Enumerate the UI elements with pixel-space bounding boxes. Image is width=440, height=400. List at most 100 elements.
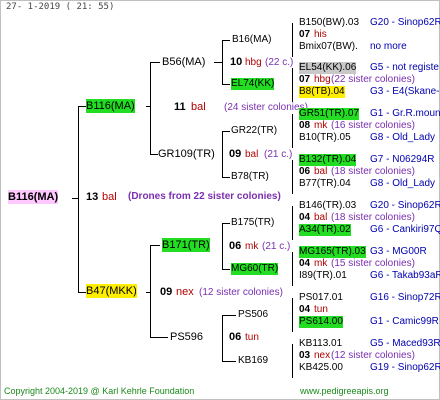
gen4-breeder: G7 - N06294R bbox=[370, 154, 435, 165]
gen4-queen-num: 07 bbox=[299, 29, 311, 40]
connector-gen1b bbox=[150, 245, 151, 337]
root-queen-race: bal bbox=[102, 191, 117, 203]
gen4-queen-race: bal bbox=[314, 166, 328, 177]
connector bbox=[292, 252, 293, 286]
gen4-queen-name[interactable]: PS017.01 bbox=[299, 292, 343, 304]
connector-gen1a bbox=[150, 62, 151, 154]
gen1-queen-note: (24 sister colonies) bbox=[224, 102, 308, 113]
gen2-queen-note: (22 c.) bbox=[265, 57, 294, 68]
gen3-queen-name[interactable]: EL74(KK) bbox=[231, 78, 275, 90]
gen3-queen-name[interactable]: B16(MA) bbox=[232, 34, 271, 46]
gen4-queen-name[interactable]: Bmix07(BW). bbox=[299, 41, 358, 53]
gen4-queen-name[interactable]: B10(TR).05 bbox=[299, 132, 351, 144]
gen1-queen-race: bal bbox=[191, 101, 206, 113]
gen4-breeder: G6 - Takab93aR bbox=[370, 270, 440, 281]
gen4-queen-race: mk bbox=[314, 120, 328, 131]
gen4-breeder: G8 - Old_Lady bbox=[370, 178, 436, 189]
gen4-queen-name[interactable]: I89(TR).01 bbox=[299, 270, 347, 282]
gen3-queen-name[interactable]: MG60(TR) bbox=[231, 263, 279, 275]
connector bbox=[222, 131, 223, 177]
root-queen-name[interactable]: B116(MA) bbox=[8, 190, 59, 204]
gen4-queen-note: (15 sister colonies) bbox=[331, 258, 415, 269]
gen4-queen-name[interactable]: PS614.00 bbox=[299, 316, 343, 328]
gen1-queen-num: 11 bbox=[174, 101, 186, 113]
gen4-queen-note: (18 sister colonies) bbox=[331, 212, 415, 223]
gen4-queen-num: 04 bbox=[299, 212, 311, 223]
connector bbox=[292, 68, 293, 102]
gen4-queen-name[interactable]: A34(TR).02 bbox=[299, 224, 351, 236]
connector bbox=[222, 84, 230, 85]
gen4-queen-note: (18 sister colonies) bbox=[331, 166, 415, 177]
timestamp: 27- 1-2019 ( 21: 55) bbox=[6, 2, 115, 12]
gen4-queen-name[interactable]: EL54(KK).06 bbox=[299, 62, 357, 74]
gen4-queen-name[interactable]: B132(TR).04 bbox=[299, 154, 357, 166]
gen2-queen-num: 10 bbox=[230, 56, 243, 68]
gen4-queen-name[interactable]: GR51(TR).07 bbox=[299, 108, 360, 120]
gen4-queen-race: tun bbox=[314, 304, 328, 315]
gen4-queen-note: (16 sister colonies) bbox=[331, 120, 415, 131]
gen2-queen-name[interactable]: GR109(TR) bbox=[158, 147, 215, 161]
gen2-queen-race: mk bbox=[245, 241, 259, 252]
gen1-queen-race: nex bbox=[176, 286, 194, 298]
gen4-breeder: no more bbox=[370, 41, 407, 52]
gen2-queen-name[interactable]: B171(TR) bbox=[162, 238, 210, 252]
gen2-queen-race: bal bbox=[245, 149, 259, 160]
gen2-queen-num: 06 bbox=[229, 240, 242, 252]
gen3-queen-name[interactable]: PS506 bbox=[238, 309, 268, 321]
gen3-queen-name[interactable]: GR22(TR) bbox=[231, 125, 277, 137]
gen4-queen-race: his bbox=[314, 29, 327, 40]
connector bbox=[150, 62, 160, 63]
gen4-queen-note: (12 sister colonies) bbox=[331, 350, 415, 361]
gen4-queen-race: bal bbox=[314, 212, 328, 223]
gen2-queen-note: (21 c.) bbox=[264, 149, 293, 160]
connector bbox=[222, 315, 236, 316]
gen2-queen-note: (21 c.) bbox=[262, 241, 291, 252]
connector bbox=[292, 206, 293, 240]
connector bbox=[292, 23, 293, 57]
connector-to-gen1b bbox=[78, 292, 86, 293]
gen2-queen-num: 06 bbox=[229, 331, 242, 343]
gen1-queen-num: 09 bbox=[160, 286, 173, 298]
gen2-queen-race: hbg bbox=[245, 57, 262, 68]
gen3-queen-name[interactable]: KB169 bbox=[238, 355, 268, 367]
gen4-queen-name[interactable]: B146(TR).03 bbox=[299, 200, 356, 212]
gen1-queen-note: (12 sister colonies) bbox=[199, 287, 283, 298]
gen4-queen-name[interactable]: KB113.01 bbox=[299, 338, 342, 350]
connector bbox=[292, 344, 293, 378]
site-link[interactable]: www.pedigreeapis.org bbox=[300, 386, 389, 396]
gen4-queen-name[interactable]: KB425.00 bbox=[299, 362, 343, 374]
gen4-breeder: G3 - MG00R bbox=[370, 246, 427, 257]
connector bbox=[222, 269, 230, 270]
gen4-breeder: G3 - E4(Skane-B) bbox=[370, 86, 440, 97]
connector-to-gen1a bbox=[78, 106, 86, 107]
gen2-queen-name[interactable]: B56(MA) bbox=[162, 55, 205, 69]
gen4-breeder: G1 - Camic99R bbox=[370, 316, 439, 327]
gen4-queen-num: 04 bbox=[299, 304, 311, 315]
gen4-queen-name[interactable]: B150(BW).03 bbox=[299, 17, 359, 29]
connector bbox=[292, 160, 293, 194]
connector-gen1b-stub bbox=[146, 292, 150, 293]
connector bbox=[222, 223, 230, 224]
gen1-queen-name[interactable]: B47(MKK) bbox=[86, 284, 137, 298]
gen4-queen-name[interactable]: B8(TB).04 bbox=[299, 86, 345, 98]
gen4-queen-name[interactable]: B77(TR).04 bbox=[299, 178, 351, 190]
copyright: Copyright 2004-2019 @ Karl Kehrle Founda… bbox=[4, 386, 195, 396]
gen3-queen-name[interactable]: B78(TR) bbox=[231, 171, 269, 183]
connector bbox=[214, 62, 222, 63]
gen2-queen-name[interactable]: PS596 bbox=[170, 330, 203, 344]
gen3-queen-name[interactable]: B175(TR) bbox=[231, 217, 274, 229]
gen4-queen-note: (22 sister colonies) bbox=[331, 74, 415, 85]
gen4-queen-num: 06 bbox=[299, 166, 311, 177]
gen2-queen-race: tun bbox=[245, 332, 259, 343]
gen4-queen-num: 03 bbox=[299, 350, 311, 361]
root-drones-note: (Drones from 22 sister colonies) bbox=[128, 191, 281, 202]
gen4-breeder: G19 - Sinop62R bbox=[370, 362, 440, 373]
connector-gen1a-stub bbox=[146, 106, 150, 107]
gen4-queen-name[interactable]: MG165(TR).03 bbox=[299, 246, 366, 258]
gen4-queen-race: hbg bbox=[314, 74, 331, 85]
gen1-queen-name[interactable]: B116(MA) bbox=[86, 99, 135, 113]
gen4-breeder: G1 - Gr.R.mounta bbox=[370, 108, 440, 119]
gen4-breeder: G20 - Sinop62R bbox=[370, 17, 440, 28]
gen4-breeder: G16 - Sinop72R bbox=[370, 292, 440, 303]
connector bbox=[222, 40, 230, 41]
